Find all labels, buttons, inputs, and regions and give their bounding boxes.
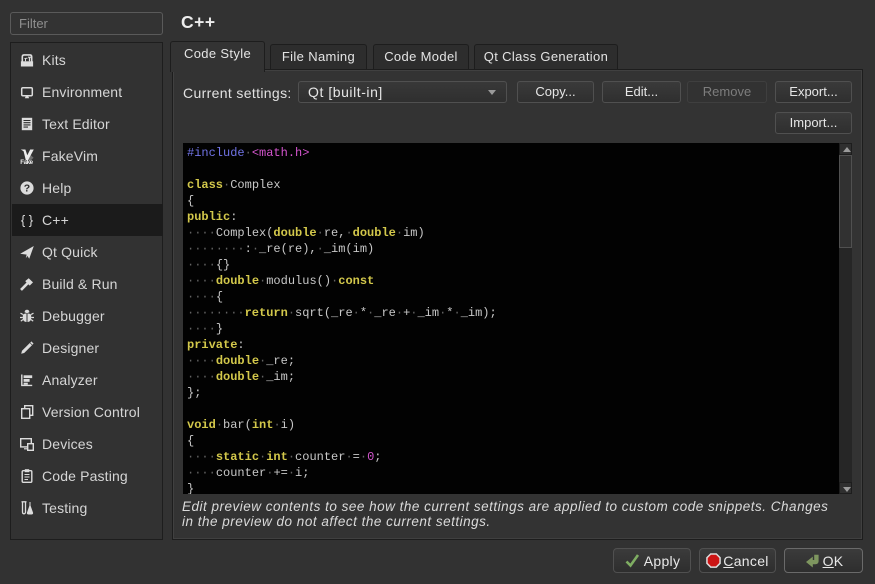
svg-text:Fake: Fake (20, 159, 33, 164)
svg-text:{ }: { } (21, 213, 34, 228)
svg-text:?: ? (24, 183, 30, 195)
